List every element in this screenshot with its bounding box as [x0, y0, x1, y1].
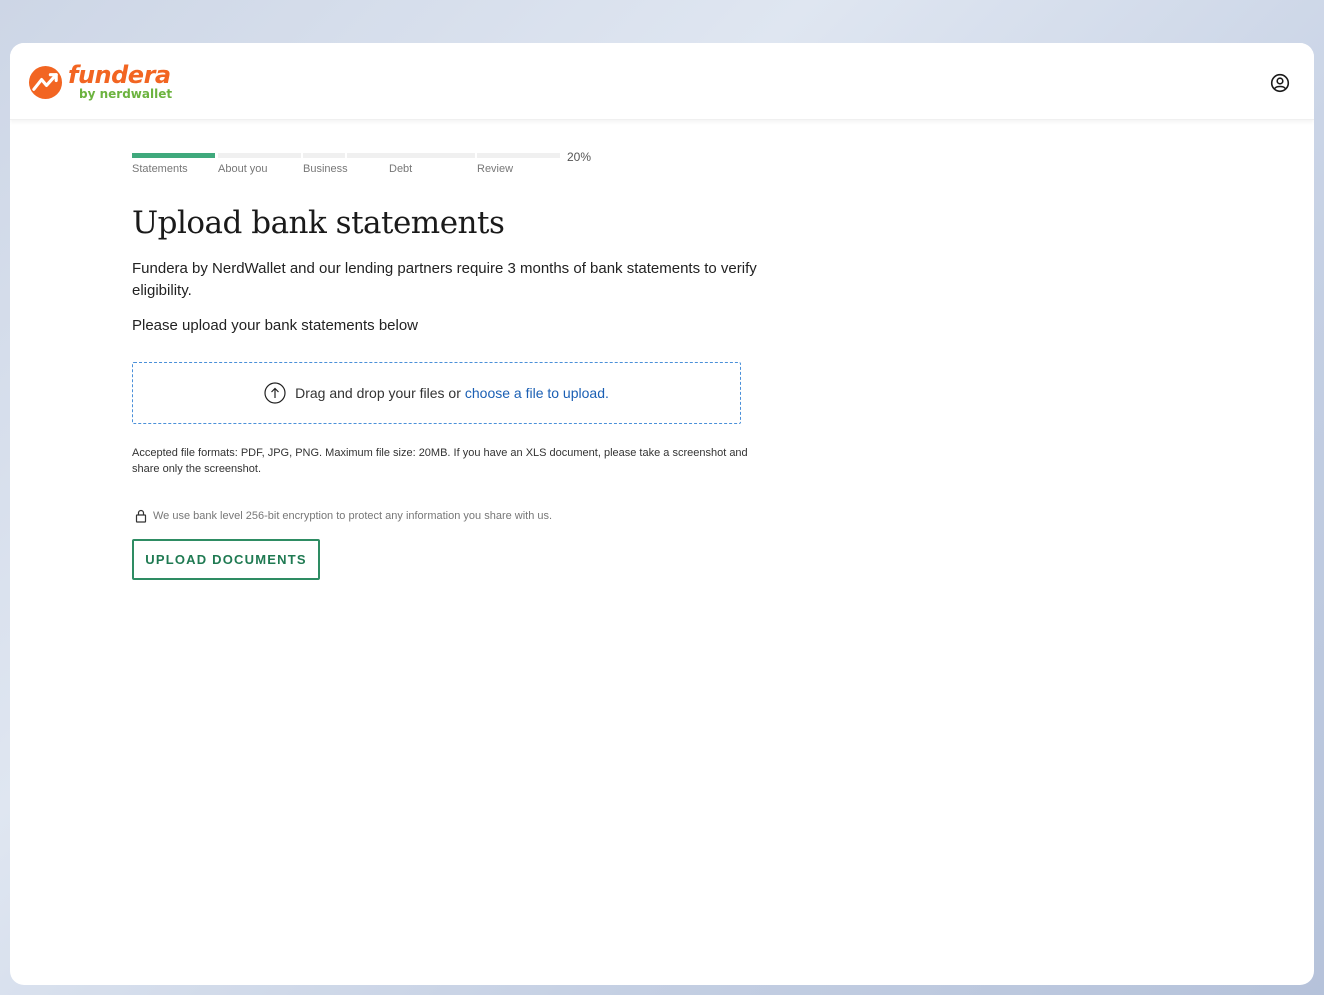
step-label: Statements: [132, 163, 188, 175]
brand-name: fundera: [68, 61, 171, 89]
step-label: Review: [477, 163, 514, 175]
user-circle-icon: [1270, 73, 1290, 93]
dropzone-text: Drag and drop your files or: [295, 385, 461, 401]
upload-documents-button[interactable]: UPLOAD DOCUMENTS: [132, 539, 320, 580]
progress-percent: 20%: [567, 150, 592, 164]
step-label: Debt: [389, 163, 413, 175]
file-dropzone[interactable]: Drag and drop your files or choose a fil…: [132, 362, 741, 424]
step-bar: [347, 153, 389, 158]
step-unlabeled: [347, 153, 389, 158]
fundera-logo[interactable]: fundera by nerdwallet: [28, 61, 188, 103]
app-window: fundera by nerdwallet Statements About y…: [10, 43, 1314, 985]
step-debt: Debt: [389, 153, 475, 175]
step-bar: [389, 153, 475, 158]
progress-stepper: Statements About you Business Debt Revie…: [132, 150, 602, 181]
upload-instruction: Please upload your bank statements below: [132, 317, 419, 334]
brand-subtitle: by nerdwallet: [79, 87, 173, 101]
lock-icon: [135, 509, 147, 523]
security-note: We use bank level 256-bit encryption to …: [132, 508, 552, 524]
account-button[interactable]: [1270, 73, 1290, 93]
upload-arrow-icon: [264, 382, 286, 404]
step-review: Review: [477, 153, 560, 175]
step-statements: Statements: [132, 153, 215, 175]
step-label: Business: [303, 163, 348, 175]
step-business: Business: [303, 153, 348, 175]
step-label: About you: [218, 163, 268, 175]
step-about-you: About you: [218, 153, 301, 175]
page-title: Upload bank statements: [132, 205, 505, 241]
choose-file-link[interactable]: choose a file to upload.: [465, 385, 609, 401]
fundera-logo-icon: [28, 65, 63, 100]
step-bar: [218, 153, 301, 158]
step-bar: [132, 153, 215, 158]
intro-text: Fundera by NerdWallet and our lending pa…: [132, 260, 757, 299]
step-bar: [477, 153, 560, 158]
file-formats-note: Accepted file formats: PDF, JPG, PNG. Ma…: [132, 447, 748, 475]
top-header: fundera by nerdwallet: [10, 43, 1314, 120]
security-text: We use bank level 256-bit encryption to …: [153, 510, 553, 522]
step-bar: [303, 153, 345, 158]
